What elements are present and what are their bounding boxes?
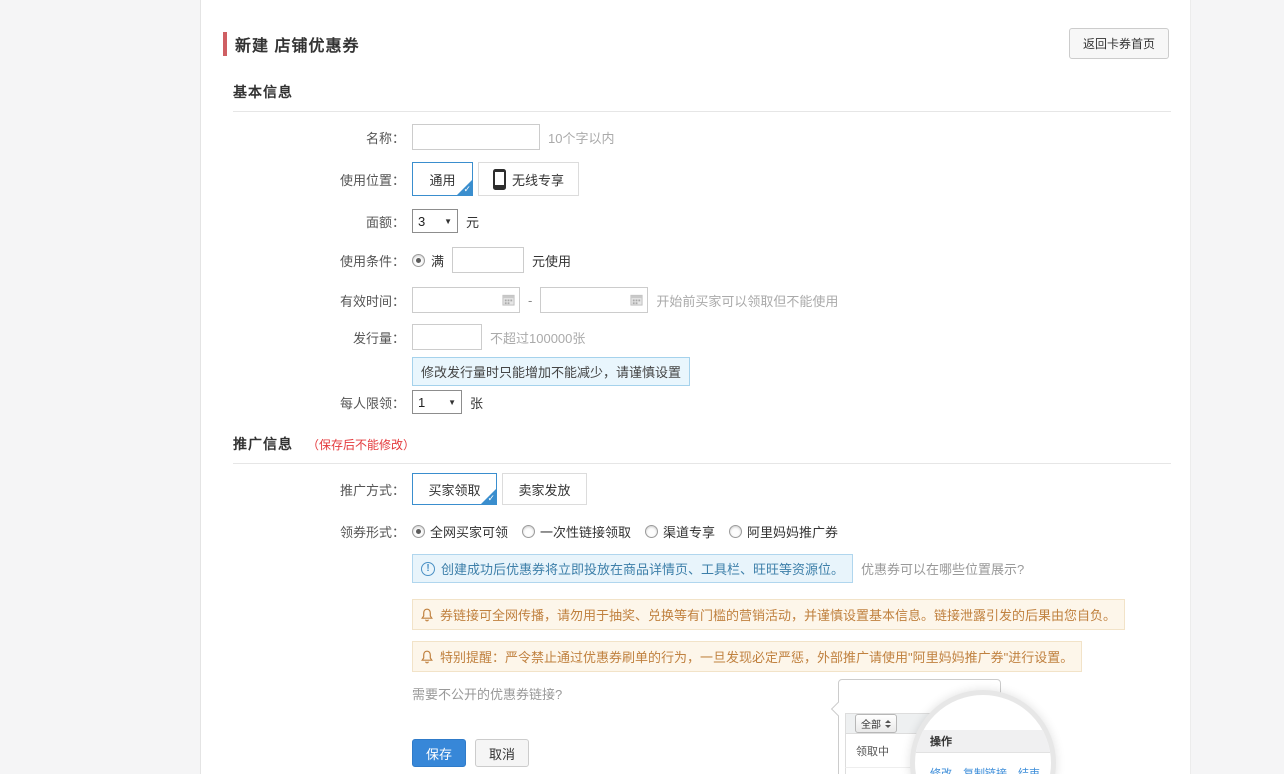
special-reminder-box: 特别提醒：严令禁止通过优惠券刷单的行为，一旦发现必定严惩，外部推广请使用"阿里妈…	[412, 641, 1082, 672]
issue-hint: 不超过100000张	[490, 328, 585, 347]
method-row: 推广方式： 买家领取 卖家发放	[201, 473, 1190, 505]
valid-time-row: 有效时间： - 开始前买家可以领取但不能使用	[201, 287, 1190, 313]
promo-section-note: （保存后不能修改）	[307, 436, 415, 453]
section-header-promo: 推广信息 （保存后不能修改）	[233, 434, 1171, 464]
radio-option-all-buyers[interactable]: 全网买家可领	[412, 522, 508, 541]
position-general-label: 通用	[429, 170, 455, 189]
special-reminder-text: 特别提醒：严令禁止通过优惠券刷单的行为，一旦发现必定严惩，外部推广请使用"阿里妈…	[440, 647, 1073, 666]
placement-help-link[interactable]: 优惠券可以在哪些位置展示?	[861, 559, 1024, 578]
cancel-button[interactable]: 取消	[475, 739, 529, 767]
magnified-links: 修改 复制链接 结束	[930, 765, 1040, 774]
page-header: 新建 店铺优惠券 返回卡券首页	[201, 0, 1190, 59]
condition-row: 使用条件： 满 元使用	[201, 247, 1190, 273]
illustration-link-edit: 修改	[930, 765, 952, 774]
condition-suffix: 元使用	[532, 251, 571, 270]
position-label: 使用位置：	[201, 170, 405, 189]
method-seller-toggle[interactable]: 卖家发放	[502, 473, 587, 505]
updown-arrows-icon	[885, 720, 891, 728]
page-title: 新建 店铺优惠券	[235, 32, 359, 56]
name-label: 名称：	[201, 128, 405, 147]
valid-time-hint: 开始前买家可以领取但不能使用	[656, 291, 838, 310]
limit-label: 每人限领：	[201, 393, 405, 412]
issue-label: 发行量：	[201, 328, 405, 347]
radio-option-one-time-link[interactable]: 一次性链接领取	[522, 522, 631, 541]
back-to-cards-button[interactable]: 返回卡券首页	[1069, 28, 1169, 59]
valid-time-label: 有效时间：	[201, 291, 405, 310]
coupon-form-panel: 新建 店铺优惠券 返回卡券首页 基本信息 名称： 10个字以内 使用位置： 通用…	[200, 0, 1191, 774]
save-button[interactable]: 保存	[412, 739, 466, 767]
radio-icon	[412, 525, 425, 538]
private-link-question[interactable]: 需要不公开的优惠券链接?	[412, 684, 1190, 703]
issue-row: 发行量： 不超过100000张	[201, 324, 1190, 350]
form-actions: 保存 取消	[412, 739, 1190, 767]
end-date-wrap	[540, 287, 648, 313]
mobile-phone-icon	[493, 169, 506, 190]
placement-info-text: 创建成功后优惠券将立即投放在商品详情页、工具栏、旺旺等资源位。	[441, 559, 844, 578]
claim-form-row: 领券形式： 全网买家可领 一次性链接领取 渠道专享 阿里妈妈推广券	[201, 522, 1190, 541]
amount-label: 面额：	[201, 212, 405, 231]
page-background: 新建 店铺优惠券 返回卡券首页 基本信息 名称： 10个字以内 使用位置： 通用…	[0, 0, 1284, 774]
link-spread-warning-text: 券链接可全网传播，请勿用于抽奖、兑换等有门槛的营销活动，并谨慎设置基本信息。链接…	[440, 605, 1116, 624]
chevron-down-icon: ▼	[434, 217, 452, 226]
position-row: 使用位置： 通用 无线专享	[201, 162, 1190, 196]
method-label: 推广方式：	[201, 480, 405, 499]
limit-select[interactable]: 1 ▼	[412, 390, 462, 414]
bell-icon	[421, 650, 433, 664]
info-icon: !	[421, 562, 435, 576]
name-row: 名称： 10个字以内	[201, 124, 1190, 150]
amount-row: 面额： 3 ▼ 元	[201, 209, 1190, 233]
title-accent-bar	[223, 32, 227, 56]
magnified-op-header: 操作	[915, 730, 1051, 753]
section-title-promo: 推广信息	[233, 434, 293, 454]
radio-option-channel[interactable]: 渠道专享	[645, 522, 715, 541]
start-date-wrap	[412, 287, 520, 313]
calendar-icon[interactable]	[502, 293, 515, 306]
illustration-link-end: 结束	[1018, 765, 1040, 774]
placement-info-row: ! 创建成功后优惠券将立即投放在商品详情页、工具栏、旺旺等资源位。 优惠券可以在…	[412, 554, 1190, 583]
radio-option-alimama[interactable]: 阿里妈妈推广券	[729, 522, 838, 541]
illustration-link-copy: 复制链接	[963, 765, 1007, 774]
condition-prefix: 满	[431, 251, 444, 270]
position-general-toggle[interactable]: 通用	[412, 162, 473, 196]
amount-unit: 元	[466, 212, 479, 231]
illustration-filter-value: 全部	[861, 716, 881, 731]
radio-option-label: 阿里妈妈推广券	[747, 522, 838, 541]
method-seller-label: 卖家发放	[518, 480, 570, 499]
method-buyer-toggle[interactable]: 买家领取	[412, 473, 497, 505]
amount-select[interactable]: 3 ▼	[412, 209, 458, 233]
radio-option-label: 渠道专享	[663, 522, 715, 541]
condition-amount-input[interactable]	[452, 247, 524, 273]
amount-select-value: 3	[418, 214, 425, 229]
date-range-separator: -	[528, 293, 532, 308]
link-spread-warning-box: 券链接可全网传播，请勿用于抽奖、兑换等有门槛的营销活动，并谨慎设置基本信息。链接…	[412, 599, 1125, 630]
limit-select-value: 1	[418, 395, 425, 410]
radio-option-label: 一次性链接领取	[540, 522, 631, 541]
issue-count-input[interactable]	[412, 324, 482, 350]
placement-info-box: ! 创建成功后优惠券将立即投放在商品详情页、工具栏、旺旺等资源位。	[412, 554, 853, 583]
issue-warning-note: 修改发行量时只能增加不能减少，请谨慎设置	[412, 357, 690, 386]
claim-form-label: 领券形式：	[201, 522, 405, 541]
calendar-icon[interactable]	[630, 293, 643, 306]
radio-icon	[522, 525, 535, 538]
chevron-down-icon: ▼	[438, 398, 456, 407]
bell-icon	[421, 608, 433, 622]
position-wireless-toggle[interactable]: 无线专享	[478, 162, 579, 196]
section-title-basic: 基本信息	[233, 82, 293, 102]
limit-row: 每人限领： 1 ▼ 张	[201, 390, 1190, 414]
radio-icon	[645, 525, 658, 538]
condition-label: 使用条件：	[201, 251, 405, 270]
name-hint: 10个字以内	[548, 128, 614, 147]
method-buyer-label: 买家领取	[428, 480, 480, 499]
illustration-filter-select: 全部	[855, 714, 897, 733]
position-wireless-label: 无线专享	[512, 170, 564, 189]
name-input[interactable]	[412, 124, 540, 150]
section-header-basic: 基本信息	[233, 82, 1171, 112]
condition-radio[interactable]	[412, 254, 425, 267]
limit-unit: 张	[470, 393, 483, 412]
radio-icon	[729, 525, 742, 538]
radio-option-label: 全网买家可领	[430, 522, 508, 541]
